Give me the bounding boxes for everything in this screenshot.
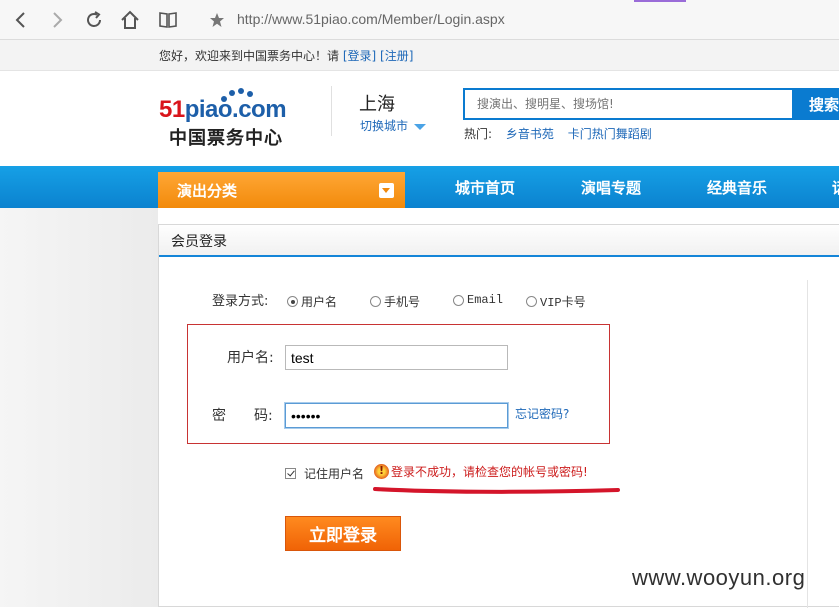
hot-link-2[interactable]: 卡门热门舞蹈剧 <box>568 127 652 141</box>
hot-link-1[interactable]: 乡音书苑 <box>506 127 554 141</box>
username-field[interactable] <box>285 345 508 370</box>
header-divider <box>331 86 332 136</box>
hot-label: 热门: <box>464 127 493 141</box>
radio-dot <box>370 296 381 307</box>
forgot-password-link[interactable]: 忘记密码? <box>515 405 569 422</box>
remember-username[interactable]: 记住用户名 <box>285 465 364 482</box>
city-switch-link[interactable]: 切换城市 <box>360 117 427 134</box>
radio-dot <box>526 296 537 307</box>
warning-icon <box>374 464 389 479</box>
active-tab-indicator <box>634 0 686 2</box>
browser-toolbar: http://www.51piao.com/Member/Login.aspx <box>0 0 839 40</box>
welcome-message: 您好，欢迎来到中国票务中心！请 <box>159 49 340 63</box>
welcome-text: 您好，欢迎来到中国票务中心！请 [登录] [注册] <box>159 47 413 64</box>
nav-drama[interactable]: 话 <box>832 177 839 198</box>
login-method-label: 登录方式: <box>212 294 269 309</box>
panel-title: 会员登录 <box>171 234 227 250</box>
radio-vip[interactable]: VIP卡号 <box>526 293 586 310</box>
back-icon[interactable] <box>9 8 33 32</box>
search-button[interactable]: 搜索 <box>793 88 839 120</box>
home-icon[interactable] <box>118 8 142 32</box>
remember-label: 记住用户名 <box>304 467 365 481</box>
radio-username[interactable]: 用户名 <box>287 293 337 310</box>
radio-email[interactable]: Email <box>453 293 503 307</box>
logo-subtitle: 中国票务中心 <box>169 128 283 149</box>
register-link[interactable]: [注册] <box>380 49 413 63</box>
radio-username-label: 用户名 <box>301 295 338 309</box>
username-label: 用户名: <box>227 350 274 366</box>
category-label: 演出分类 <box>177 182 238 200</box>
forward-icon[interactable] <box>45 8 69 32</box>
error-message: 登录不成功，请检查您的帐号或密码! <box>374 463 588 480</box>
radio-phone-label: 手机号 <box>384 295 421 309</box>
watermark: www.wooyun.org <box>632 565 806 590</box>
radio-dot <box>453 294 464 306</box>
refresh-icon[interactable] <box>82 8 106 32</box>
nav-city-home[interactable]: 城市首页 <box>455 177 515 198</box>
dropdown-arrow-icon <box>379 183 394 198</box>
welcome-bar: 您好，欢迎来到中国票务中心！请 [登录] [注册] <box>0 40 839 71</box>
panel-header: 会员登录 <box>159 225 839 257</box>
address-bar[interactable]: http://www.51piao.com/Member/Login.aspx <box>237 11 505 27</box>
password-label: 密 码: <box>212 408 273 424</box>
annotation-underline <box>373 487 620 494</box>
login-submit-button[interactable]: 立即登录 <box>285 516 401 551</box>
radio-phone[interactable]: 手机号 <box>370 293 420 310</box>
chevron-down-icon <box>414 123 427 130</box>
nav-concerts[interactable]: 演唱专题 <box>581 177 641 198</box>
panel-divider <box>807 280 808 608</box>
radio-vip-label: VIP卡号 <box>540 296 586 310</box>
search-input[interactable] <box>463 88 794 120</box>
nav-classical[interactable]: 经典音乐 <box>707 177 767 198</box>
remember-checkbox[interactable] <box>285 468 296 479</box>
hot-links: 热门: 乡音书苑 卡门热门舞蹈剧 <box>464 125 652 142</box>
error-text: 登录不成功，请检查您的帐号或密码! <box>391 465 588 479</box>
city-switch-label: 切换城市 <box>360 119 409 133</box>
logo-domain: piao.com <box>184 96 287 123</box>
site-logo[interactable]: 51piao.com 中国票务中心 <box>159 86 309 149</box>
star-icon[interactable] <box>205 8 229 32</box>
category-menu[interactable]: 演出分类 <box>158 172 405 208</box>
logo-number: 51 <box>159 96 185 123</box>
left-background <box>0 208 158 607</box>
radio-email-label: Email <box>467 293 504 307</box>
password-field[interactable] <box>285 403 508 428</box>
current-city: 上海 <box>359 94 395 115</box>
radio-dot <box>287 296 298 307</box>
login-link[interactable]: [登录] <box>343 49 376 63</box>
reader-icon[interactable] <box>156 8 180 32</box>
